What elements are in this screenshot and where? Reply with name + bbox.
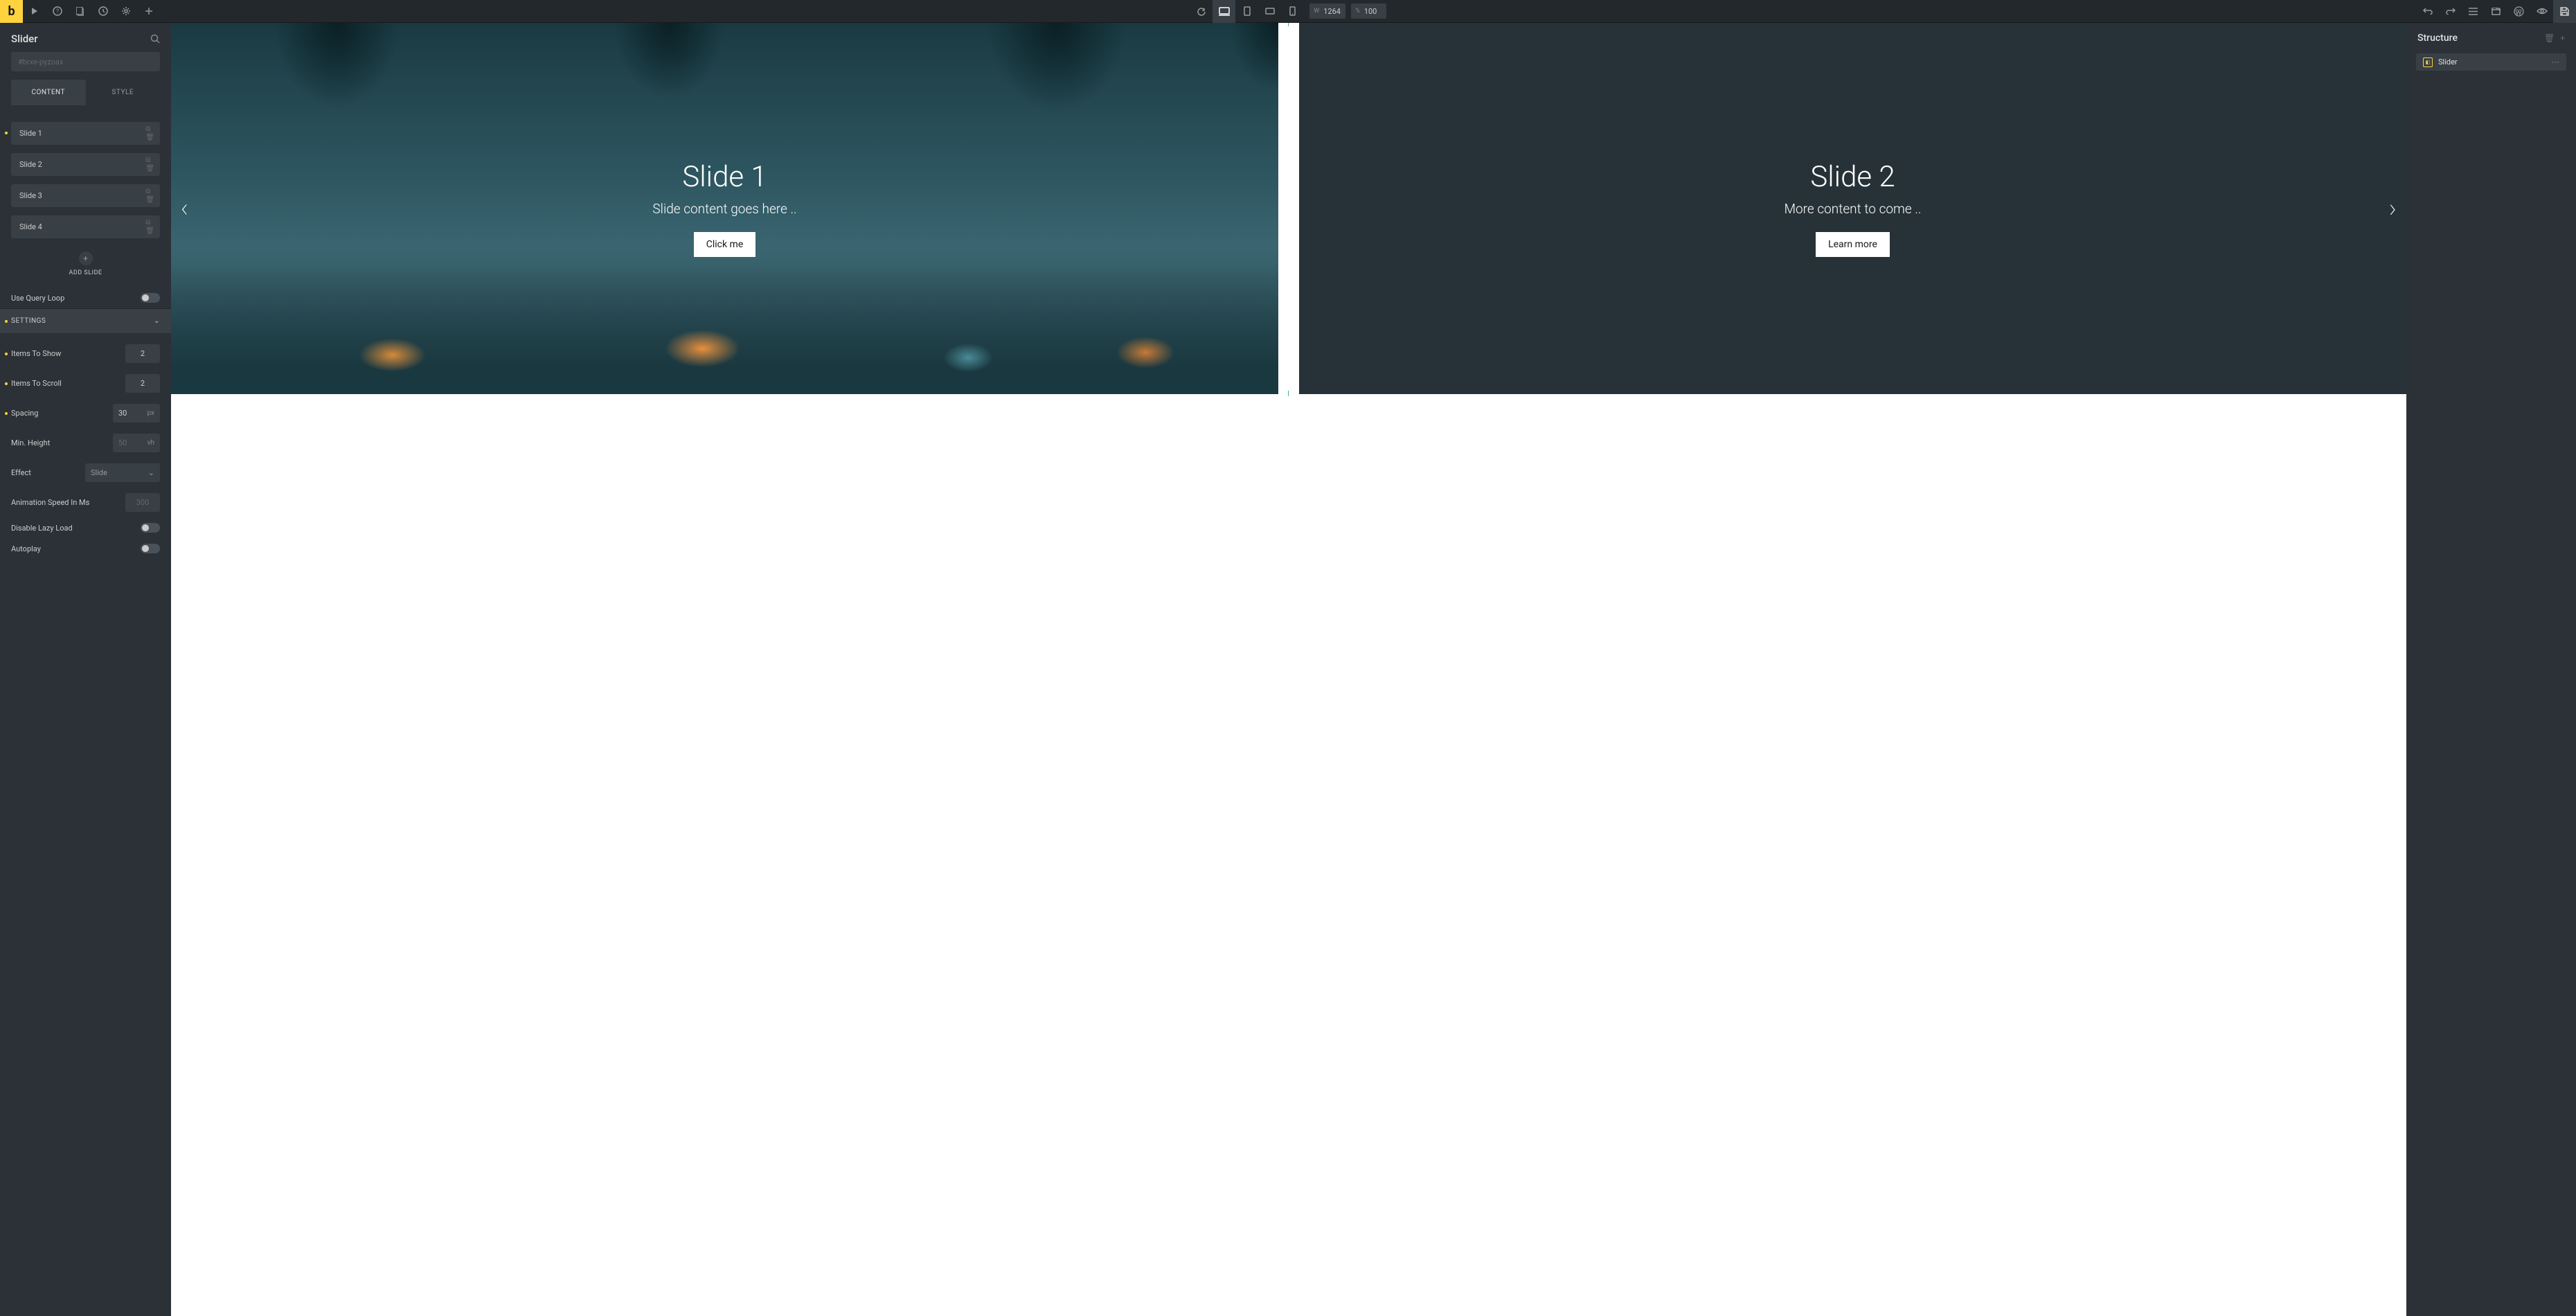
add-slide-button[interactable]: + <box>79 251 93 265</box>
slide-1[interactable]: Slide 1 Slide content goes here .. Click… <box>171 23 1278 394</box>
anim-speed-label: Animation Speed In Ms <box>11 498 89 507</box>
slide-label: Slide 1 <box>19 129 42 138</box>
items-to-scroll-label: Items To Scroll <box>11 379 62 388</box>
items-to-scroll-input[interactable]: 2 <box>125 374 160 393</box>
structure-title: Structure <box>2417 33 2458 44</box>
zoom-value: 100 <box>1364 7 1382 16</box>
slider-element-icon: ◧ <box>2423 57 2433 67</box>
chevron-down-icon: ⌄ <box>148 468 154 477</box>
delete-icon[interactable]: 🗑 <box>145 197 154 204</box>
structure-item-label: Slider <box>2438 57 2458 66</box>
slide-title: Slide 1 <box>682 160 767 194</box>
add-icon[interactable]: + <box>2560 33 2565 43</box>
width-input[interactable]: W 1264 <box>1309 3 1345 19</box>
help-icon[interactable]: ? <box>46 0 69 23</box>
min-height-label: Min. Height <box>11 438 50 447</box>
slider-prev-icon[interactable]: ‹ <box>181 193 188 224</box>
left-panel: Slider #brxe-pyzoax CONTENT STYLE Slide … <box>0 23 171 1316</box>
query-loop-toggle[interactable] <box>141 293 160 303</box>
structure-toggle-icon[interactable] <box>2462 0 2485 23</box>
svg-text:?: ? <box>55 8 58 15</box>
effect-select[interactable]: Slide ⌄ <box>85 463 160 482</box>
min-height-input[interactable]: 50 vh <box>113 434 160 452</box>
element-id-input[interactable]: #brxe-pyzoax <box>11 52 160 71</box>
undo-icon[interactable] <box>2416 0 2439 23</box>
items-to-show-input[interactable]: 2 <box>125 344 160 363</box>
settings-header-label: SETTINGS <box>11 317 46 325</box>
copy-icon[interactable]: ⧉ <box>145 126 154 133</box>
settings-icon[interactable] <box>114 0 137 23</box>
items-to-show-label: Items To Show <box>11 349 61 358</box>
slider-next-icon[interactable]: › <box>2389 193 2397 224</box>
panel-title: Slider <box>11 33 38 45</box>
wordpress-icon[interactable] <box>2507 0 2530 23</box>
slider-element[interactable]: Slide 1 Slide content goes here .. Click… <box>171 23 2406 394</box>
anim-speed-input[interactable]: 300 <box>125 493 160 512</box>
slide-2[interactable]: Slide 2 More content to come .. Learn mo… <box>1299 23 2406 394</box>
pages-icon[interactable] <box>69 0 91 23</box>
slide-button[interactable]: Click me <box>694 232 756 257</box>
lazy-load-toggle[interactable] <box>141 523 160 533</box>
delete-icon[interactable]: 🗑 <box>145 166 154 172</box>
history-icon[interactable] <box>91 0 114 23</box>
slide-label: Slide 3 <box>19 191 42 200</box>
copy-icon[interactable]: ⧉ <box>145 157 154 164</box>
add-slide-label: ADD SLIDE <box>0 269 171 276</box>
play-icon[interactable] <box>23 0 46 23</box>
logo[interactable]: b <box>0 0 23 23</box>
redo-icon[interactable] <box>2439 0 2462 23</box>
autoplay-label: Autoplay <box>11 544 41 553</box>
slide-label: Slide 4 <box>19 222 42 231</box>
autoplay-toggle[interactable] <box>141 544 160 553</box>
tablet-portrait-icon[interactable] <box>1235 0 1258 23</box>
slide-item-1[interactable]: Slide 1 ⧉🗑 <box>11 122 160 145</box>
zoom-input[interactable]: % 100 <box>1351 3 1386 19</box>
top-toolbar: b ? W 1264 % <box>0 0 2576 23</box>
structure-item-slider[interactable]: ◧ Slider ⋯ <box>2416 53 2566 71</box>
lazy-load-label: Disable Lazy Load <box>11 524 73 533</box>
reload-icon[interactable] <box>1190 0 1213 23</box>
more-icon[interactable]: ⋯ <box>2552 57 2559 66</box>
settings-header[interactable]: SETTINGS ⌄ <box>0 308 171 333</box>
tab-content[interactable]: CONTENT <box>11 80 86 105</box>
add-icon[interactable] <box>137 0 160 23</box>
spacing-input[interactable]: 30 px <box>113 404 160 423</box>
id-input-placeholder: #brxe-pyzoax <box>18 57 63 66</box>
slide-item-3[interactable]: Slide 3 ⧉ 🗑 <box>11 184 160 207</box>
preview-icon[interactable] <box>2530 0 2553 23</box>
tablet-landscape-icon[interactable] <box>1258 0 1281 23</box>
effect-label: Effect <box>11 468 31 477</box>
save-button[interactable] <box>2553 0 2576 23</box>
copy-icon[interactable]: ⧉ <box>145 188 154 195</box>
delete-icon[interactable]: 🗑 <box>145 228 154 235</box>
slide-item-4[interactable]: Slide 4 ⧉ 🗑 <box>11 215 160 238</box>
search-icon[interactable] <box>150 34 160 44</box>
spacing-label: Spacing <box>11 409 38 418</box>
slide-label: Slide 2 <box>19 160 42 169</box>
desktop-device-icon[interactable] <box>1213 0 1235 23</box>
slide-button[interactable]: Learn more <box>1816 232 1890 257</box>
width-label: W <box>1314 8 1319 15</box>
canvas[interactable]: Slide 1 Slide content goes here .. Click… <box>171 23 2406 1316</box>
delete-icon[interactable]: 🗑 <box>145 134 154 141</box>
structure-panel: Structure 🗑 + ◧ Slider ⋯ <box>2406 23 2576 1316</box>
mobile-device-icon[interactable] <box>1281 0 1304 23</box>
width-value: 1264 <box>1323 7 1341 16</box>
query-loop-label: Use Query Loop <box>11 294 64 303</box>
tab-style[interactable]: STYLE <box>86 80 161 105</box>
delete-icon[interactable]: 🗑 <box>2544 33 2555 43</box>
slide-title: Slide 2 <box>1810 160 1895 194</box>
chevron-down-icon: ⌄ <box>154 317 160 325</box>
templates-icon[interactable] <box>2485 0 2507 23</box>
slide-content: Slide content goes here .. <box>652 201 796 217</box>
slide-item-2[interactable]: Slide 2 ⧉ 🗑 <box>11 153 160 176</box>
zoom-label: % <box>1355 8 1360 15</box>
copy-icon[interactable]: ⧉ <box>145 220 154 226</box>
slide-content: More content to come .. <box>1785 201 1922 217</box>
